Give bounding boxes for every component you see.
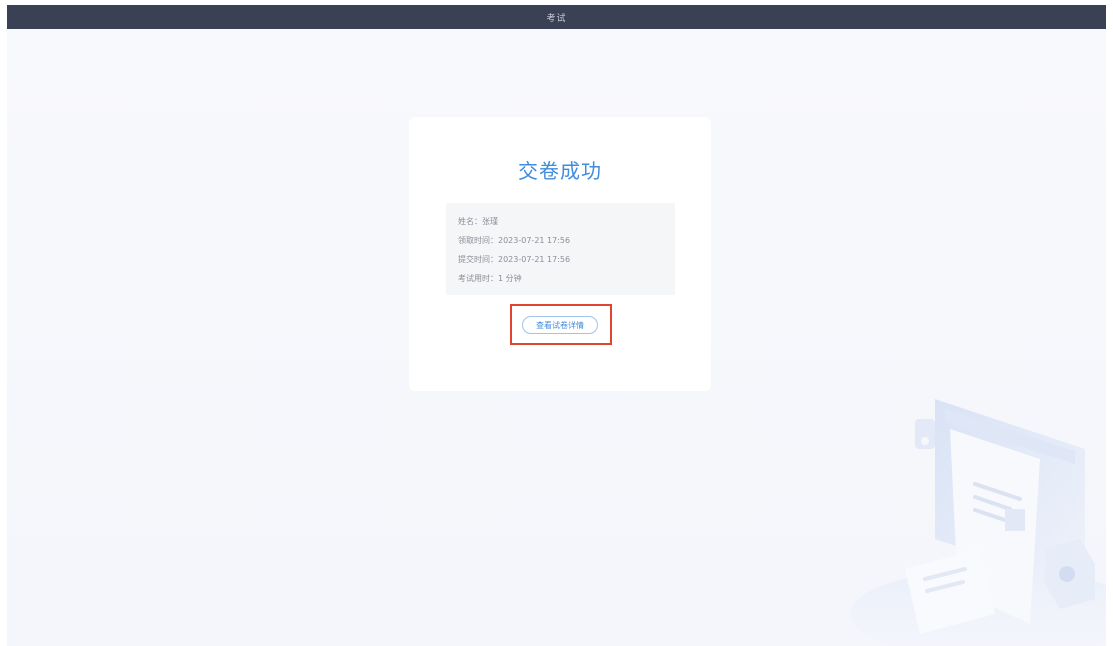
page-title: 考试: [546, 13, 567, 24]
info-label: 考试用时：: [458, 274, 498, 283]
info-value: 1 分钟: [498, 274, 522, 283]
info-value: 2023-07-21 17:56: [498, 236, 571, 245]
info-row-submit-time: 提交时间：2023-07-21 17:56: [458, 254, 570, 265]
info-row-receive-time: 领取时间：2023-07-21 17:56: [458, 235, 570, 246]
view-exam-details-button[interactable]: 查看试卷详情: [522, 316, 598, 334]
info-label: 提交时间：: [458, 255, 498, 264]
info-value: 2023-07-21 17:56: [498, 255, 571, 264]
exam-info-box: 姓名：张瑾 领取时间：2023-07-21 17:56 提交时间：2023-07…: [446, 203, 675, 295]
app-window: 考试 交卷成功 姓名：张瑾 领取时间：2023-07-21 17:56 提交时间…: [7, 5, 1106, 646]
info-label: 姓名：: [458, 217, 482, 226]
result-card: 交卷成功 姓名：张瑾 领取时间：2023-07-21 17:56 提交时间：20…: [409, 117, 711, 391]
exam-paper-illustration-icon: [850, 399, 1106, 646]
info-row-duration: 考试用时：1 分钟: [458, 273, 522, 284]
info-row-name: 姓名：张瑾: [458, 216, 498, 227]
main-content: 交卷成功 姓名：张瑾 领取时间：2023-07-21 17:56 提交时间：20…: [7, 29, 1106, 646]
top-header: 考试: [7, 5, 1106, 29]
info-label: 领取时间：: [458, 236, 498, 245]
result-title: 交卷成功: [518, 159, 602, 183]
info-value: 张瑾: [482, 217, 498, 226]
